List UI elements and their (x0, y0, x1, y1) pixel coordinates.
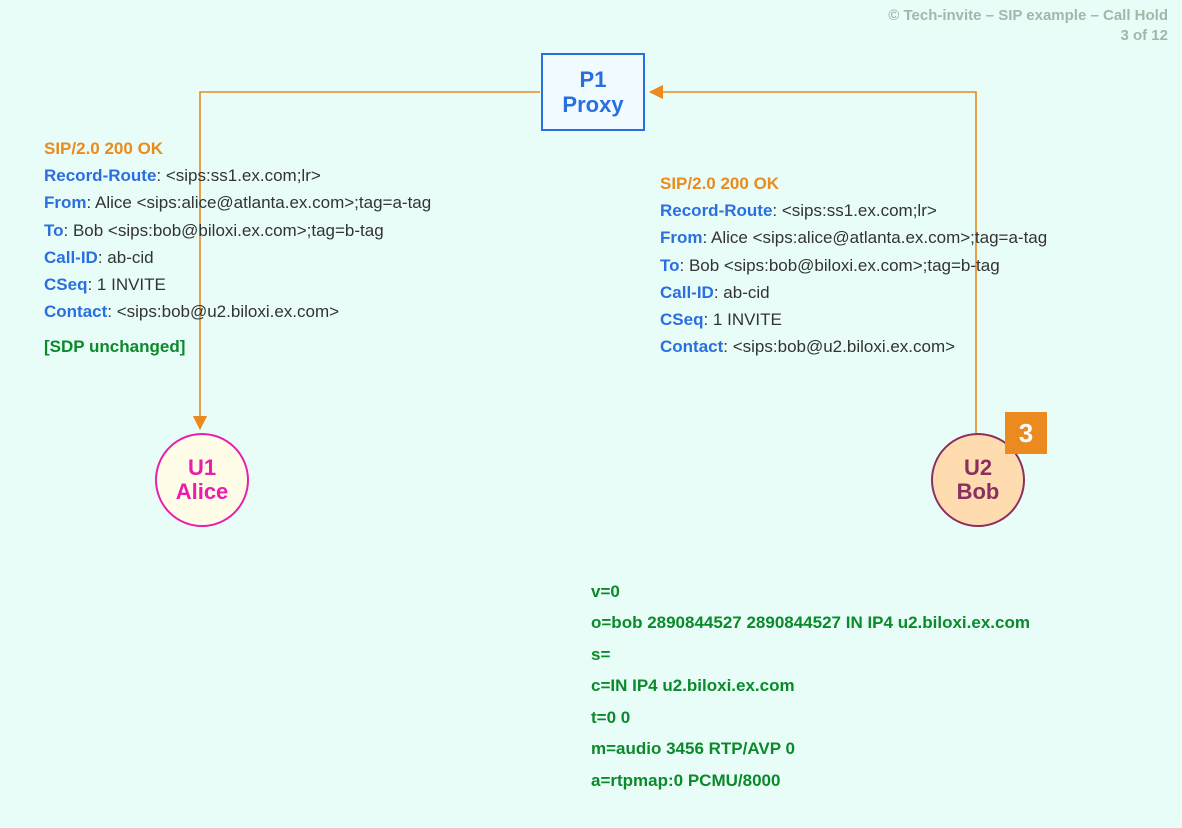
sip-response-right: SIP/2.0 200 OK Record-Route: <sips:ss1.e… (660, 170, 1047, 360)
status-line: SIP/2.0 200 OK (44, 135, 431, 162)
to-val: : Bob <sips:bob@biloxi.ex.com>;tag=b-tag (64, 221, 384, 240)
proxy-label-2: Proxy (562, 92, 623, 117)
record-route-hdr: Record-Route (660, 201, 772, 220)
u2-label-1: U2 (964, 456, 992, 480)
copyright-line2: 3 of 12 (888, 26, 1168, 46)
cseq-hdr: CSeq (660, 310, 703, 329)
from-hdr: From (660, 228, 703, 247)
sdp-s: s= (591, 639, 1030, 670)
copyright-line1: © Tech-invite – SIP example – Call Hold (888, 6, 1168, 26)
copyright: © Tech-invite – SIP example – Call Hold … (888, 6, 1168, 45)
to-hdr: To (44, 221, 64, 240)
from-val: : Alice <sips:alice@atlanta.ex.com>;tag=… (703, 228, 1048, 247)
status-line: SIP/2.0 200 OK (660, 170, 1047, 197)
contact-val: : <sips:bob@u2.biloxi.ex.com> (723, 337, 955, 356)
u2-label-2: Bob (957, 480, 1000, 504)
callid-hdr: Call-ID (660, 283, 714, 302)
step-number: 3 (1019, 418, 1033, 449)
contact-hdr: Contact (44, 302, 107, 321)
from-hdr: From (44, 193, 87, 212)
contact-val: : <sips:bob@u2.biloxi.ex.com> (107, 302, 339, 321)
sdp-c: c=IN IP4 u2.biloxi.ex.com (591, 670, 1030, 701)
sdp-v: v=0 (591, 576, 1030, 607)
record-route-hdr: Record-Route (44, 166, 156, 185)
sdp-unchanged-note: [SDP unchanged] (44, 333, 431, 360)
u1-alice-node: U1 Alice (155, 433, 249, 527)
to-val: : Bob <sips:bob@biloxi.ex.com>;tag=b-tag (680, 256, 1000, 275)
record-route-val: : <sips:ss1.ex.com;lr> (772, 201, 936, 220)
cseq-val: : 1 INVITE (703, 310, 781, 329)
callid-val: : ab-cid (714, 283, 770, 302)
proxy-label-1: P1 (580, 67, 607, 92)
sip-response-left: SIP/2.0 200 OK Record-Route: <sips:ss1.e… (44, 135, 431, 361)
to-hdr: To (660, 256, 680, 275)
cseq-hdr: CSeq (44, 275, 87, 294)
sdp-m: m=audio 3456 RTP/AVP 0 (591, 733, 1030, 764)
step-badge: 3 (1005, 412, 1047, 454)
p1-proxy-node: P1 Proxy (541, 53, 645, 131)
cseq-val: : 1 INVITE (87, 275, 165, 294)
callid-val: : ab-cid (98, 248, 154, 267)
contact-hdr: Contact (660, 337, 723, 356)
sdp-o: o=bob 2890844527 2890844527 IN IP4 u2.bi… (591, 607, 1030, 638)
from-val: : Alice <sips:alice@atlanta.ex.com>;tag=… (87, 193, 432, 212)
u1-label-2: Alice (176, 480, 229, 504)
sdp-body: v=0 o=bob 2890844527 2890844527 IN IP4 u… (591, 576, 1030, 796)
sdp-a: a=rtpmap:0 PCMU/8000 (591, 765, 1030, 796)
record-route-val: : <sips:ss1.ex.com;lr> (156, 166, 320, 185)
callid-hdr: Call-ID (44, 248, 98, 267)
sdp-t: t=0 0 (591, 702, 1030, 733)
u1-label-1: U1 (188, 456, 216, 480)
